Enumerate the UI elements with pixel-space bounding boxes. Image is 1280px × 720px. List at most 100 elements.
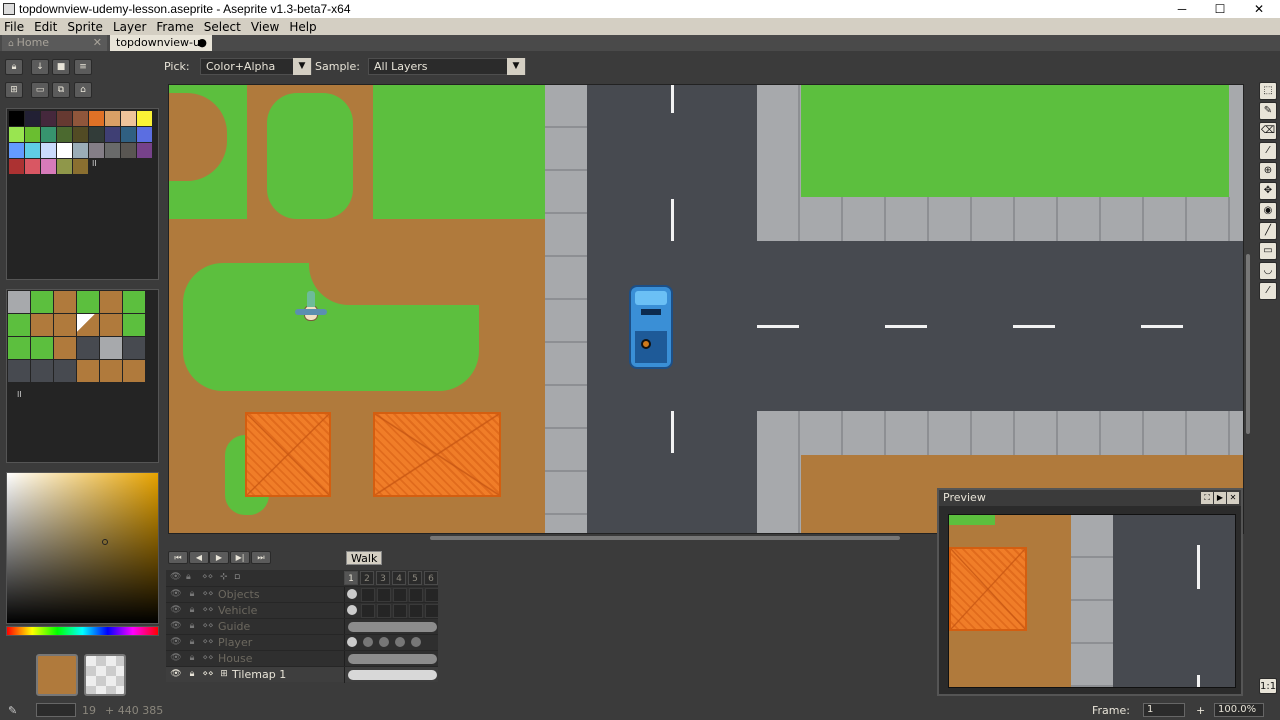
palette-swatch[interactable] bbox=[137, 143, 152, 158]
fill-tool-icon[interactable]: ◉ bbox=[1259, 202, 1277, 220]
tile[interactable] bbox=[54, 337, 76, 359]
linked-cel[interactable] bbox=[348, 622, 437, 632]
palette-swatch[interactable] bbox=[137, 127, 152, 142]
brush-color-swatch[interactable] bbox=[36, 703, 76, 717]
menu-file[interactable]: File bbox=[0, 20, 29, 34]
layer-cels[interactable] bbox=[344, 635, 439, 651]
continuous-icon[interactable]: ⋄⋄ bbox=[202, 621, 214, 632]
empty-cel[interactable] bbox=[377, 588, 391, 602]
empty-cel[interactable] bbox=[425, 588, 439, 602]
zoom-in-icon[interactable]: + bbox=[1196, 704, 1205, 717]
empty-cel[interactable] bbox=[361, 588, 375, 602]
palette-swatch[interactable] bbox=[105, 143, 120, 158]
marquee-tool-icon[interactable]: ⬚ bbox=[1259, 82, 1277, 100]
palette-swatch[interactable] bbox=[73, 111, 88, 126]
menu-frame[interactable]: Frame bbox=[151, 20, 198, 34]
layer-name[interactable]: Player bbox=[218, 636, 252, 649]
menu-help[interactable]: Help bbox=[284, 20, 321, 34]
tile[interactable] bbox=[77, 291, 99, 313]
palette-swatch[interactable] bbox=[105, 111, 120, 126]
palette-swatch[interactable] bbox=[41, 111, 56, 126]
palette-swatch[interactable] bbox=[89, 111, 104, 126]
palette-swatch[interactable] bbox=[137, 111, 152, 126]
sprite-canvas[interactable] bbox=[168, 84, 1244, 534]
palette-swatch[interactable] bbox=[89, 127, 104, 142]
palette-swatch[interactable] bbox=[121, 143, 136, 158]
lock-icon[interactable]: 🔒︎ bbox=[186, 589, 198, 600]
continuous-icon[interactable]: ⋄⋄ bbox=[202, 589, 214, 600]
layer-cels[interactable] bbox=[344, 667, 439, 683]
last-frame-icon[interactable]: ⏭ bbox=[251, 551, 271, 564]
tile[interactable] bbox=[77, 337, 99, 359]
minimize-button[interactable]: ─ bbox=[1162, 0, 1202, 18]
palette-swatch[interactable] bbox=[25, 111, 40, 126]
empty-cel[interactable] bbox=[361, 604, 375, 618]
tile-stack-icon[interactable]: ⌂ bbox=[74, 82, 92, 98]
palette-swatch[interactable] bbox=[105, 127, 120, 142]
palette-swatch[interactable] bbox=[73, 159, 88, 174]
layer-name[interactable]: Objects bbox=[218, 588, 260, 601]
tile[interactable] bbox=[8, 314, 30, 336]
layer-name[interactable]: Guide bbox=[218, 620, 250, 633]
palette-swatch[interactable] bbox=[9, 127, 24, 142]
linked-cel[interactable] bbox=[348, 670, 437, 680]
continuous-icon[interactable]: ⋄⋄ bbox=[202, 605, 214, 616]
empty-cel[interactable] bbox=[377, 604, 391, 618]
frame-number[interactable]: 2 bbox=[360, 571, 374, 585]
play-icon[interactable]: ▶ bbox=[209, 551, 229, 564]
tile[interactable] bbox=[31, 314, 53, 336]
layer-row[interactable]: 👁︎ 🔒︎ ⋄⋄ House bbox=[166, 650, 438, 667]
cel[interactable] bbox=[379, 637, 389, 647]
palette-presets-icon[interactable]: ■ bbox=[52, 59, 70, 75]
maximize-button[interactable]: ☐ bbox=[1200, 0, 1240, 18]
scrollbar-thumb[interactable] bbox=[1246, 254, 1250, 434]
cel[interactable] bbox=[395, 637, 405, 647]
eye-icon[interactable]: 👁︎ bbox=[170, 637, 182, 648]
onion-skin-icon[interactable]: ⊹ bbox=[220, 572, 228, 582]
tab-home[interactable]: ⌂ Home ✕ bbox=[2, 35, 107, 51]
frame-number[interactable]: 3 bbox=[376, 571, 390, 585]
tile[interactable] bbox=[8, 360, 30, 382]
palette-swatch[interactable] bbox=[57, 127, 72, 142]
tile[interactable] bbox=[100, 360, 122, 382]
tile[interactable] bbox=[31, 291, 53, 313]
frame-number[interactable]: 1 bbox=[344, 571, 358, 585]
eye-icon[interactable]: 👁︎ bbox=[170, 605, 182, 616]
frame-number[interactable]: 6 bbox=[424, 571, 438, 585]
eyedropper-tool-icon[interactable]: ⁄ bbox=[1259, 142, 1277, 160]
empty-cel[interactable] bbox=[393, 604, 407, 618]
palette-swatch[interactable] bbox=[25, 159, 40, 174]
sample-dropdown[interactable]: All Layers ▼ bbox=[368, 58, 526, 75]
frame-number[interactable]: 5 bbox=[408, 571, 422, 585]
next-frame-icon[interactable]: ▶| bbox=[230, 551, 250, 564]
palette-swatch[interactable] bbox=[9, 143, 24, 158]
preview-play-icon[interactable]: ▶ bbox=[1214, 492, 1226, 504]
one-to-one-zoom-icon[interactable]: 1:1 bbox=[1259, 678, 1277, 694]
palette-swatch[interactable] bbox=[57, 159, 72, 174]
palette-swatch[interactable] bbox=[9, 111, 24, 126]
layer-name[interactable]: Vehicle bbox=[218, 604, 257, 617]
palette-swatch[interactable] bbox=[73, 127, 88, 142]
frame-field[interactable]: 1 bbox=[1143, 703, 1185, 717]
contour-tool-icon[interactable]: ◡ bbox=[1259, 262, 1277, 280]
layer-options-icon[interactable]: ▫ bbox=[234, 572, 240, 582]
tile[interactable] bbox=[77, 314, 99, 336]
layer-cels[interactable] bbox=[344, 603, 439, 619]
pick-dropdown[interactable]: Color+Alpha ▼ bbox=[200, 58, 312, 75]
previous-frame-icon[interactable]: ◀ bbox=[189, 551, 209, 564]
tile[interactable] bbox=[54, 291, 76, 313]
tile[interactable] bbox=[77, 360, 99, 382]
scrollbar-thumb[interactable] bbox=[430, 536, 900, 540]
palette-lock-icon[interactable]: 🔒︎ bbox=[5, 59, 23, 75]
tile[interactable] bbox=[8, 291, 30, 313]
palette-swatch[interactable] bbox=[41, 127, 56, 142]
menu-layer[interactable]: Layer bbox=[108, 20, 151, 34]
linked-cel[interactable] bbox=[348, 654, 437, 664]
lock-icon[interactable]: 🔒︎ bbox=[186, 653, 198, 664]
preview-canvas[interactable] bbox=[948, 514, 1236, 688]
tile[interactable] bbox=[123, 360, 145, 382]
palette-swatch[interactable] bbox=[41, 159, 56, 174]
palette-swatch[interactable] bbox=[41, 143, 56, 158]
tile[interactable] bbox=[31, 360, 53, 382]
palette-swatch[interactable] bbox=[57, 111, 72, 126]
